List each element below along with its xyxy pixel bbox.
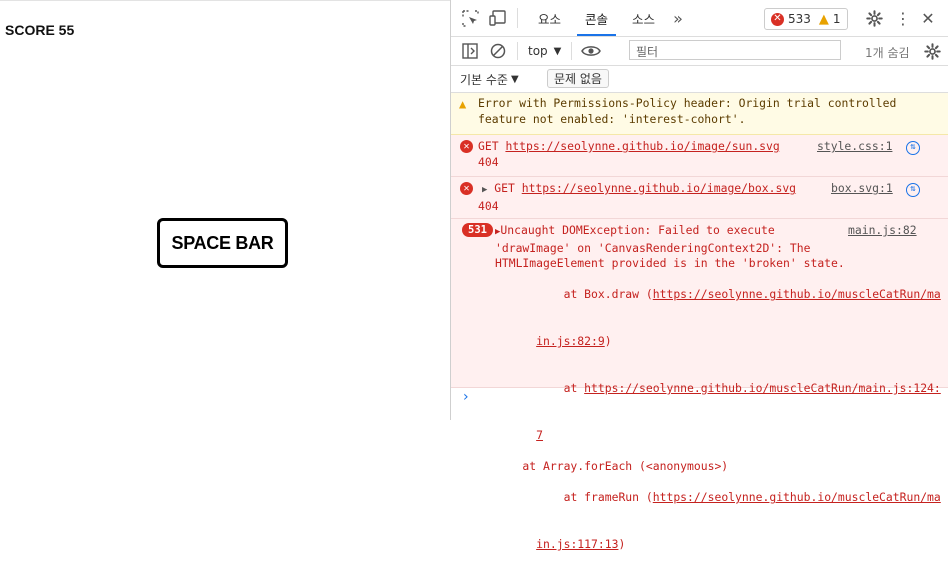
source-link[interactable]: style.css:1 <box>817 139 892 155</box>
hidden-count: 1개 숨김 <box>865 46 910 60</box>
level-row: 기본 수준 ▼ 문제 없음 <box>451 66 948 93</box>
request-url-link[interactable]: https://seolynne.github.io/image/sun.svg <box>505 139 779 153</box>
warning-count: 1 <box>832 12 841 26</box>
log-level-value: 기본 수준 <box>460 72 508 87</box>
console-message-error[interactable]: ✕ GET https://seolynne.github.io/image/s… <box>451 135 948 177</box>
warning-icon: ▲ <box>818 11 829 27</box>
console-message-warning[interactable]: ▲ Error with Permissions-Policy header: … <box>451 93 948 135</box>
tab-console[interactable]: 콘솔 <box>573 0 620 36</box>
log-level-selector[interactable]: 기본 수준 ▼ <box>460 71 519 88</box>
live-expression-eye-icon[interactable] <box>580 40 602 62</box>
error-count: 533 <box>788 12 811 26</box>
issues-button[interactable]: 문제 없음 <box>547 69 609 88</box>
warning-icon: ▲ <box>459 97 467 111</box>
status-code: 404 <box>478 154 499 169</box>
source-link[interactable]: box.svg:1 <box>831 181 893 197</box>
exception-text: 'drawImage' on 'CanvasRenderingContext2D… <box>495 240 811 255</box>
filter-input[interactable]: 필터 <box>629 40 841 60</box>
stack-link[interactable]: in.js:117:13 <box>536 537 618 551</box>
console-input[interactable]: › <box>451 388 948 410</box>
space-bar-button[interactable]: SPACE BAR <box>157 218 288 268</box>
error-icon: ✕ <box>460 140 473 153</box>
message-text: Error with Permissions-Policy header: Or… <box>478 96 897 110</box>
tab-elements[interactable]: 요소 <box>526 0 573 36</box>
inspect-element-icon[interactable] <box>459 7 481 29</box>
toolbar-divider <box>517 42 518 60</box>
devtools-panel: 요소 콘솔 소스 » ✕ 533 ▲ 1 ⋮ ✕ top ▼ 필터 1개 숨김 … <box>450 0 948 551</box>
score-label: SCORE 55 <box>5 22 75 38</box>
error-icon: ✕ <box>460 182 473 195</box>
stack-link[interactable]: https://seolynne.github.io/muscleCatRun/… <box>653 490 941 504</box>
request-method: GET <box>478 139 499 153</box>
expand-triangle-icon[interactable]: ▶ <box>482 185 487 195</box>
stack-text: ) <box>618 536 626 551</box>
repeat-count-badge: 531 <box>462 223 493 237</box>
request-url-link[interactable]: https://seolynne.github.io/image/box.svg <box>522 181 796 195</box>
request-method: GET <box>494 181 515 195</box>
network-globe-icon[interactable]: ⇅ <box>906 183 920 197</box>
tab-sources[interactable]: 소스 <box>620 0 667 36</box>
context-value: top <box>528 44 548 58</box>
settings-gear-icon[interactable] <box>863 7 885 29</box>
close-icon[interactable]: ✕ <box>917 7 939 29</box>
stack-text: ) <box>604 334 612 349</box>
console-message-exception[interactable]: 531 main.js:82 ▶Uncaught DOMException: F… <box>451 219 948 551</box>
context-selector[interactable]: top ▼ <box>528 44 561 58</box>
network-globe-icon[interactable]: ⇅ <box>906 141 920 155</box>
game-canvas[interactable]: SCORE 55 SPACE BAR <box>0 0 450 420</box>
filter-placeholder: 필터 <box>636 45 659 59</box>
stack-text: at Box.draw ( <box>536 287 653 302</box>
exception-text: HTMLImageElement provided is in the 'bro… <box>495 256 845 271</box>
console-settings-gear-icon[interactable] <box>921 40 943 62</box>
prompt-chevron-icon: › <box>463 389 469 405</box>
stack-text: at frameRun ( <box>536 490 653 505</box>
dropdown-arrow-icon: ▼ <box>510 73 519 85</box>
device-toolbar-icon[interactable] <box>487 7 509 29</box>
stack-link[interactable]: 7 <box>536 428 543 442</box>
error-icon: ✕ <box>771 12 784 26</box>
issue-counts-button[interactable]: ✕ 533 ▲ 1 <box>764 8 848 30</box>
exception-text: Uncaught DOMException: Failed to execute <box>500 223 775 237</box>
dropdown-arrow-icon: ▼ <box>553 45 562 57</box>
more-options-icon[interactable]: ⋮ <box>892 7 914 29</box>
stack-link[interactable]: https://seolynne.github.io/muscleCatRun/… <box>653 287 941 301</box>
console-toolbar: top ▼ 필터 1개 숨김 <box>451 37 948 66</box>
message-text: feature not enabled: 'interest-cohort'. <box>478 111 746 126</box>
console-message-error[interactable]: ✕ ▶ GET https://seolynne.github.io/image… <box>451 177 948 219</box>
chevron-double-right-icon[interactable]: » <box>667 7 689 29</box>
toolbar-divider <box>517 8 518 28</box>
stack-link[interactable]: in.js:82:9 <box>536 334 605 348</box>
source-link[interactable]: main.js:82 <box>848 223 917 239</box>
sidebar-toggle-icon[interactable] <box>459 40 481 62</box>
toolbar-divider <box>571 42 573 60</box>
devtools-tabbar: 요소 콘솔 소스 » ✕ 533 ▲ 1 ⋮ ✕ <box>451 0 948 37</box>
status-code: 404 <box>478 198 499 213</box>
stack-text: at Array.forEach (<anonymous>) <box>495 458 729 473</box>
clear-console-icon[interactable] <box>487 40 509 62</box>
